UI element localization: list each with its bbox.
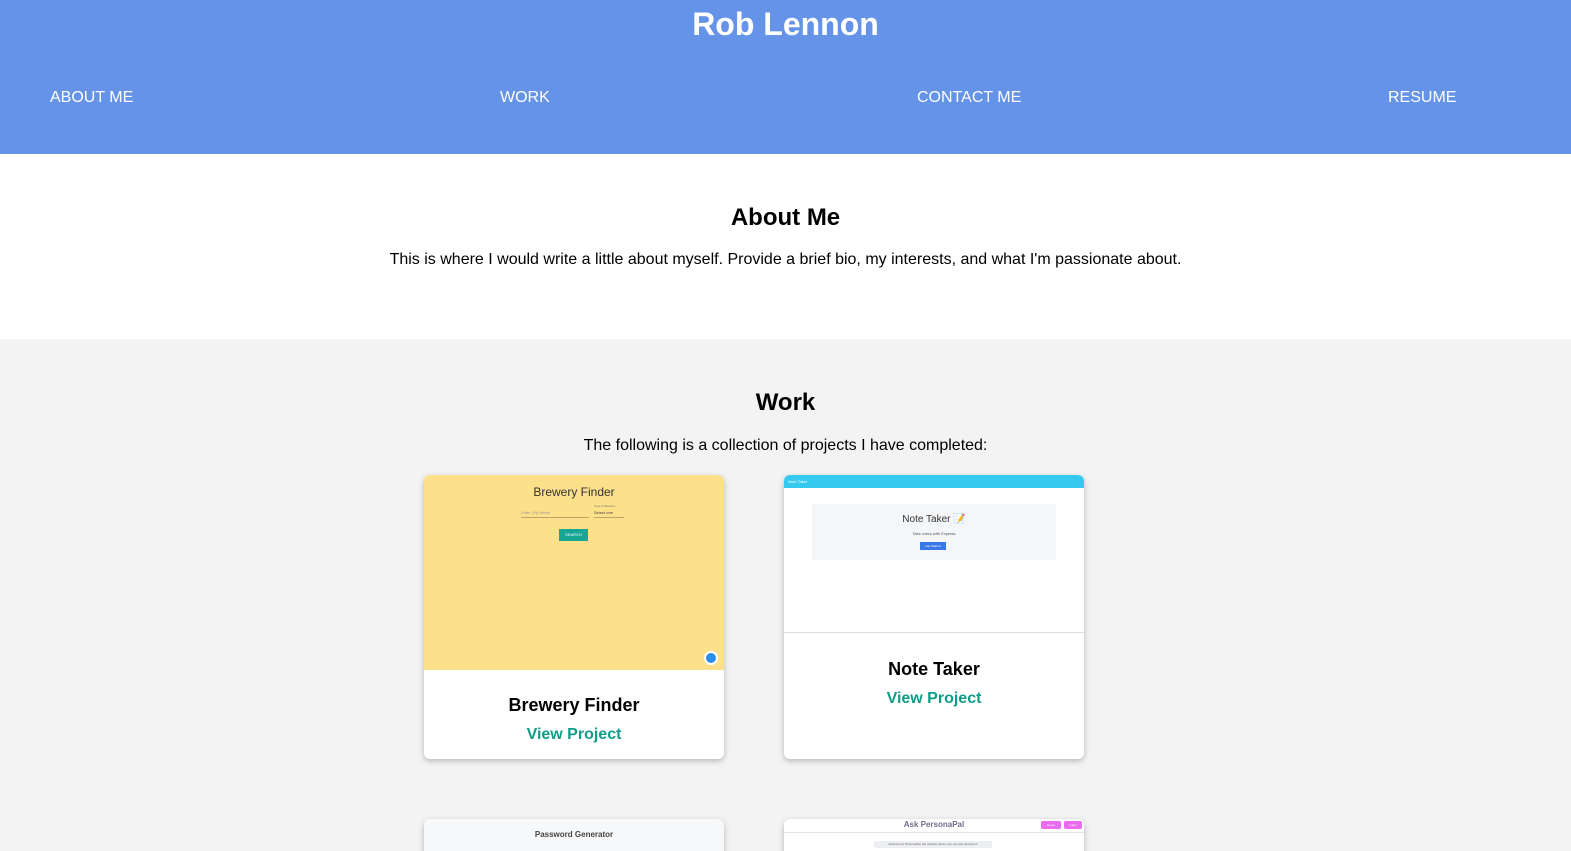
project-title: Brewery Finder bbox=[508, 695, 640, 715]
heart-icon bbox=[704, 651, 718, 665]
screenshot-panel: Note Taker 📝 Take notes with Express Get… bbox=[812, 504, 1056, 560]
screenshot-title: Password Generator bbox=[534, 830, 614, 839]
screenshot-subtitle: Take notes with Express bbox=[912, 531, 956, 536]
project-card-brewery-finder: Brewery Finder Enter City Name Type of B… bbox=[424, 475, 724, 759]
project-screenshot[interactable]: Ask PersonaPal Home Login Welcome to Per… bbox=[784, 819, 1084, 851]
screenshot-login-button: Login bbox=[1064, 821, 1082, 829]
site-title: Rob Lennon bbox=[692, 6, 879, 42]
screenshot-button: SEARCH bbox=[559, 529, 588, 541]
screenshot-title: Brewery Finder bbox=[533, 485, 615, 499]
view-project-link[interactable]: View Project bbox=[424, 726, 724, 744]
about-section: About Me This is where I would write a l… bbox=[0, 154, 1571, 339]
screenshot-input: Enter City Name bbox=[521, 510, 589, 518]
project-screenshot[interactable]: Note Taker Note Taker 📝 Take notes with … bbox=[784, 475, 1084, 633]
nav-resume[interactable]: RESUME bbox=[1388, 89, 1456, 107]
project-card-password-generator: Password Generator bbox=[424, 819, 724, 851]
screenshot-select: Select one bbox=[594, 510, 624, 518]
nav-contact-me[interactable]: CONTACT ME bbox=[917, 89, 1021, 107]
screenshot-title: Note Taker 📝 bbox=[902, 514, 966, 525]
project-title: Note Taker bbox=[888, 659, 980, 679]
about-heading: About Me bbox=[730, 204, 841, 231]
work-intro: The following is a collection of project… bbox=[583, 437, 988, 454]
screenshot-button: Get Started bbox=[920, 542, 946, 550]
work-heading: Work bbox=[755, 389, 816, 416]
screenshot-select-label: Type of Brewery bbox=[594, 504, 616, 508]
screenshot-message: Welcome to PersonaPal, the website where… bbox=[874, 841, 992, 848]
screenshot-navbar: Note Taker bbox=[784, 475, 1084, 488]
screenshot-home-button: Home bbox=[1041, 821, 1061, 829]
site-header: Rob Lennon ABOUT ME WORK CONTACT ME RESU… bbox=[0, 0, 1571, 154]
project-screenshot[interactable]: Brewery Finder Enter City Name Type of B… bbox=[424, 475, 724, 670]
project-card-ask-personapal: Ask PersonaPal Home Login Welcome to Per… bbox=[784, 819, 1084, 851]
view-project-link[interactable]: View Project bbox=[784, 690, 1084, 708]
project-card-note-taker: Note Taker Note Taker 📝 Take notes with … bbox=[784, 475, 1084, 759]
work-section: Work The following is a collection of pr… bbox=[0, 339, 1571, 851]
screenshot-divider bbox=[784, 832, 1084, 833]
nav-work[interactable]: WORK bbox=[500, 89, 550, 107]
nav-about-me[interactable]: ABOUT ME bbox=[50, 89, 133, 107]
project-screenshot[interactable]: Password Generator bbox=[424, 819, 724, 851]
screenshot-title: Ask PersonaPal bbox=[903, 820, 965, 829]
about-text: This is where I would write a little abo… bbox=[389, 251, 1182, 268]
